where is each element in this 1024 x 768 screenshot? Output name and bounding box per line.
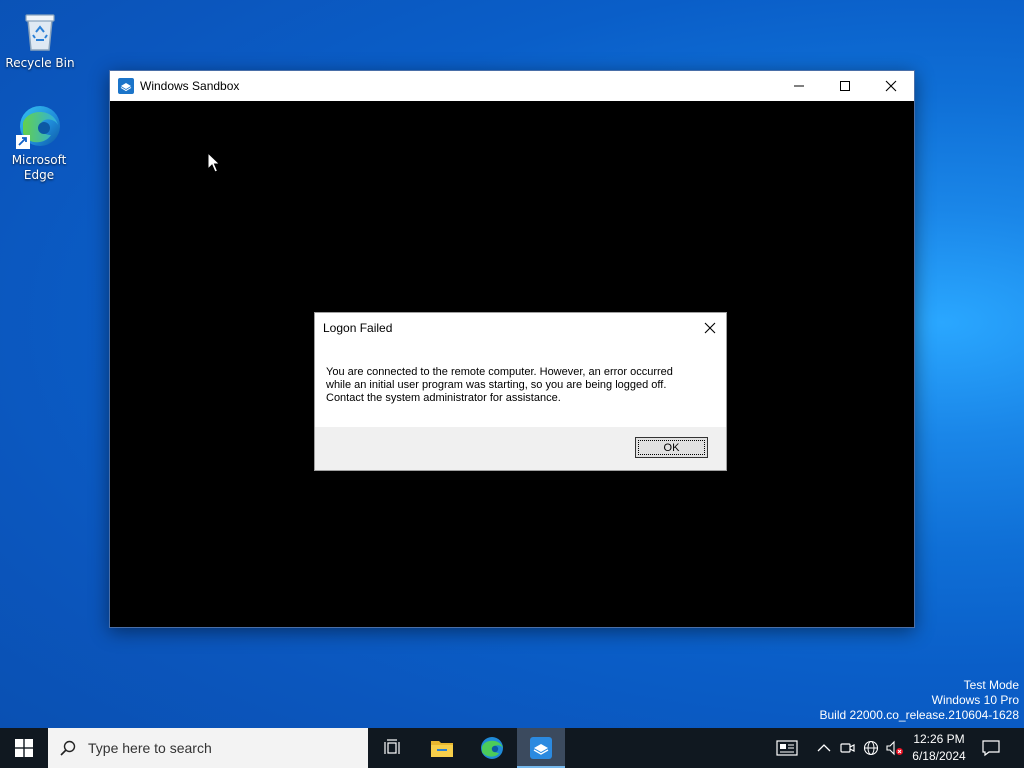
maximize-button[interactable] xyxy=(822,71,868,101)
sandbox-icon xyxy=(530,737,552,759)
close-icon xyxy=(885,80,897,92)
sandbox-taskbar-button[interactable] xyxy=(517,728,565,768)
dialog-footer: OK xyxy=(315,427,726,470)
taskbar: Type here to search 12:26 PM 6/18/2024 xyxy=(0,728,1024,768)
network-icon[interactable] xyxy=(862,740,880,756)
start-button[interactable] xyxy=(0,728,48,768)
file-explorer-icon xyxy=(431,741,453,757)
file-explorer-button[interactable] xyxy=(418,728,466,768)
dialog-message-line: while an initial user program was starti… xyxy=(326,379,667,391)
watermark-line: Build 22000.co_release.210604-1628 xyxy=(819,708,1020,722)
taskbar-clock[interactable]: 12:26 PM 6/18/2024 xyxy=(906,731,972,765)
recycle-bin-icon xyxy=(16,6,64,54)
maximize-icon xyxy=(840,81,850,91)
dialog-close-button[interactable] xyxy=(699,318,721,338)
news-icon[interactable] xyxy=(776,740,798,756)
close-icon xyxy=(704,322,716,334)
mouse-cursor-icon xyxy=(207,152,221,173)
dialog-title: Logon Failed xyxy=(323,321,393,335)
clock-time: 12:26 PM xyxy=(913,732,965,746)
notification-icon[interactable] xyxy=(982,739,1000,757)
test-mode-watermark: Test Mode Windows 10 Pro Build 22000.co_… xyxy=(820,678,1020,723)
desktop-icon-label: Edge xyxy=(23,168,55,182)
clock-date: 6/18/2024 xyxy=(912,749,966,763)
close-button[interactable] xyxy=(868,71,914,101)
desktop-icon-recycle-bin[interactable]: Recycle Bin xyxy=(2,6,78,71)
watermark-line: Test Mode xyxy=(963,678,1019,692)
search-placeholder: Type here to search xyxy=(88,740,212,756)
meet-icon[interactable] xyxy=(838,740,856,756)
sandbox-icon xyxy=(118,78,134,94)
edge-icon xyxy=(15,103,63,151)
desktop-icon-microsoft-edge[interactable]: Microsoft Edge xyxy=(1,103,77,183)
chevron-up-icon[interactable] xyxy=(815,740,833,756)
dialog-message: You are connected to the remote computer… xyxy=(326,366,716,405)
desktop-icon-label: Recycle Bin xyxy=(5,56,75,70)
volume-muted-icon[interactable] xyxy=(886,740,904,756)
watermark-line: Windows 10 Pro xyxy=(931,693,1019,707)
edge-taskbar-button[interactable] xyxy=(468,728,516,768)
ok-button[interactable]: OK xyxy=(635,437,708,458)
taskbar-search-box[interactable]: Type here to search xyxy=(48,728,368,768)
dialog-message-line: Contact the system administrator for ass… xyxy=(326,392,561,404)
logon-failed-dialog[interactable]: Logon Failed You are connected to the re… xyxy=(314,312,727,471)
minimize-icon xyxy=(794,85,804,87)
minimize-button[interactable] xyxy=(776,71,822,101)
window-title: Windows Sandbox xyxy=(140,79,240,93)
windows-logo-icon xyxy=(15,739,33,757)
desktop-icon-label: Microsoft xyxy=(11,153,67,167)
dialog-message-line: You are connected to the remote computer… xyxy=(326,366,673,378)
search-icon xyxy=(60,740,76,756)
task-view-button[interactable] xyxy=(368,728,416,768)
window-titlebar[interactable]: Windows Sandbox xyxy=(110,71,914,101)
task-view-icon xyxy=(384,739,400,754)
edge-icon xyxy=(481,737,503,759)
